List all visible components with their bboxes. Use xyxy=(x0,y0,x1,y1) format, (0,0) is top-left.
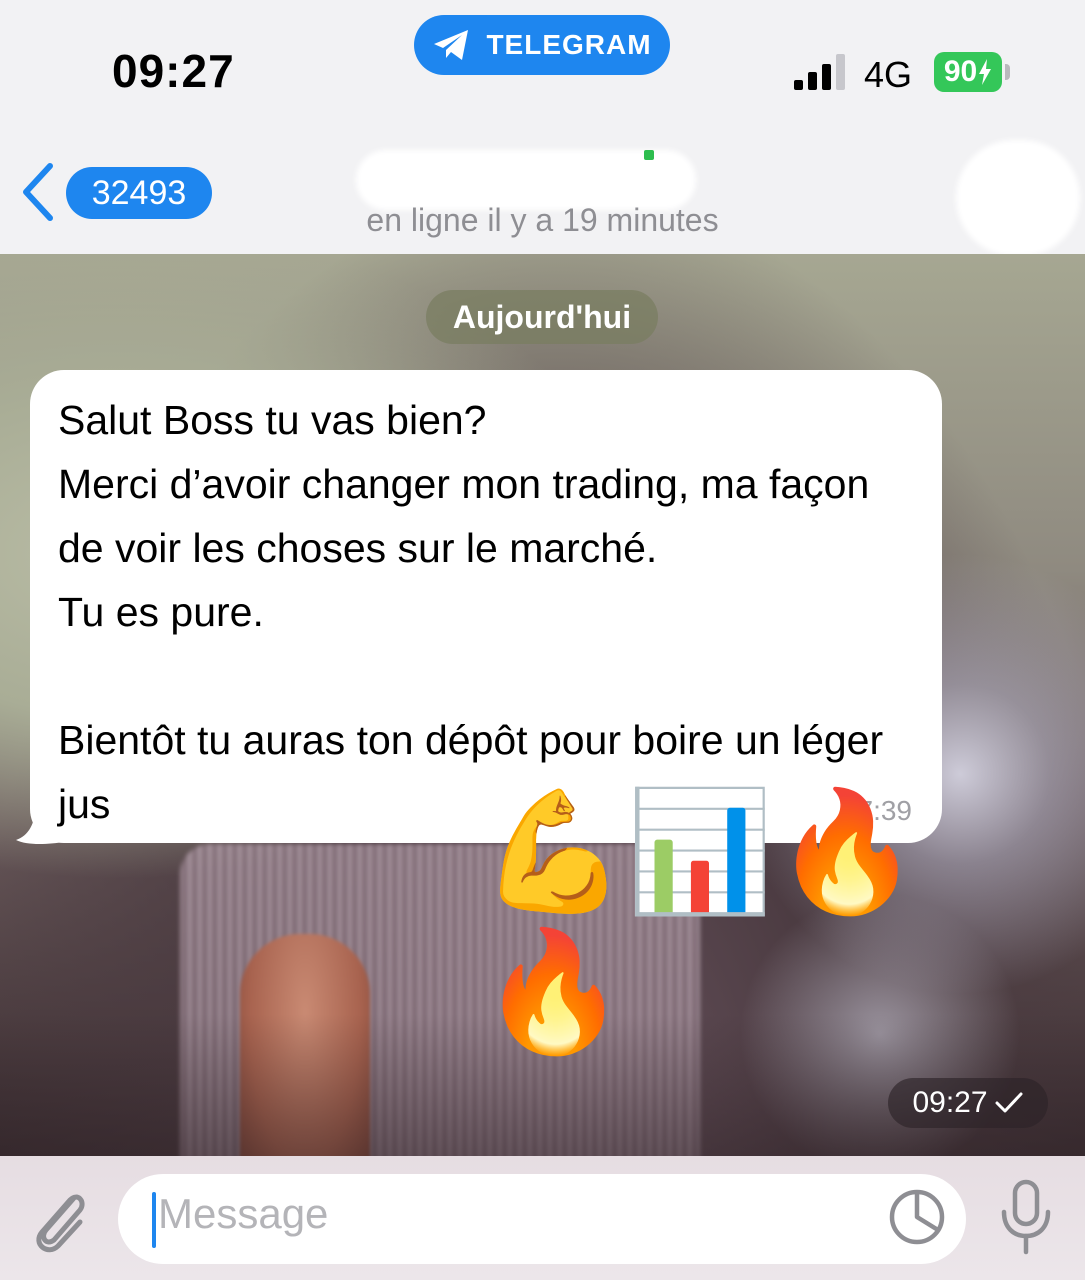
avatar[interactable] xyxy=(956,140,1080,256)
emoji-text: 💪📊🔥🔥 xyxy=(480,786,921,1058)
emoji-message-time-pill: 09:27 xyxy=(888,1078,1048,1128)
message-text: Salut Boss tu vas bien? Merci d’avoir ch… xyxy=(58,397,884,827)
chat-area[interactable]: Aujourd'hui Salut Boss tu vas bien? Merc… xyxy=(0,254,1085,1156)
charging-bolt-icon xyxy=(979,59,992,85)
battery-level: 90 xyxy=(943,55,978,88)
signal-icon xyxy=(794,54,845,90)
telegram-return-pill[interactable]: TELEGRAM xyxy=(414,15,670,75)
status-time: 09:27 xyxy=(112,45,235,97)
status-bar: 09:27 TELEGRAM 4G 90 xyxy=(0,0,1085,120)
message-placeholder: Message xyxy=(158,1190,329,1237)
composer-bar: Message xyxy=(0,1156,1085,1280)
chat-header: 32493 en ligne il y a 19 minutes xyxy=(0,120,1085,256)
incoming-message-bubble[interactable]: Salut Boss tu vas bien? Merci d’avoir ch… xyxy=(30,370,942,843)
text-cursor xyxy=(152,1192,156,1248)
message-input[interactable]: Message xyxy=(118,1174,966,1264)
microphone-icon[interactable] xyxy=(996,1178,1056,1258)
online-indicator xyxy=(644,150,654,160)
battery-cap xyxy=(1005,64,1010,80)
message-time: 09:27 xyxy=(912,1086,988,1119)
paperclip-icon[interactable] xyxy=(28,1180,92,1256)
date-separator: Aujourd'hui xyxy=(426,290,658,344)
battery-indicator: 90 xyxy=(934,52,1002,92)
last-seen-status: en ligne il y a 19 minutes xyxy=(366,202,719,238)
network-type: 4G xyxy=(864,54,913,95)
telegram-plane-icon xyxy=(434,30,469,60)
sent-check-icon xyxy=(995,1092,1023,1113)
app-name: TELEGRAM xyxy=(486,29,652,60)
emoji-message[interactable]: 💪📊🔥🔥 xyxy=(480,786,1060,1062)
sticker-icon[interactable] xyxy=(888,1188,946,1246)
